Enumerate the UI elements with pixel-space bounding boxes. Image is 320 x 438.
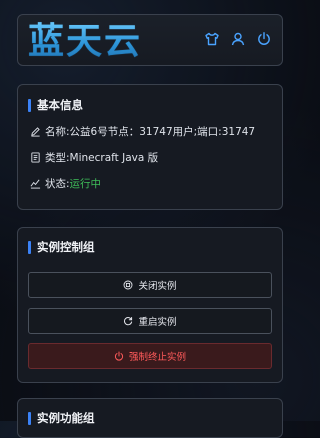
type-value: Minecraft Java 版 [69, 152, 159, 164]
close-instance-label: 关闭实例 [138, 281, 177, 292]
name-value: 公益6号节点：31747用户;端口:31747 [69, 126, 256, 138]
header-actions [204, 31, 272, 47]
type-row: 类型: Minecraft Java 版 [30, 150, 158, 165]
basic-info-title-text: 基本信息 [37, 98, 83, 112]
title-accent-bar [28, 411, 31, 425]
status-row: 状态: 运行中 [30, 176, 101, 191]
restart-icon [124, 317, 133, 326]
function-group-title: 实例功能组 [28, 410, 95, 426]
control-group-card: 实例控制组 关闭实例 重启实例 强制终止实例 [17, 227, 283, 383]
status-label: 状态: [45, 178, 70, 190]
control-group-title: 实例控制组 [28, 239, 95, 255]
document-icon [31, 152, 40, 163]
stop-circle-icon [124, 280, 133, 290]
restart-instance-label: 重启实例 [138, 317, 177, 328]
power-icon [114, 351, 124, 361]
restart-instance-button[interactable]: 重启实例 [28, 308, 272, 334]
name-row: 名称: 公益6号节点：31747用户;端口:31747 [30, 124, 255, 139]
type-label: 类型: [45, 152, 70, 164]
title-accent-bar [28, 240, 31, 254]
force-stop-instance-label: 强制终止实例 [128, 352, 186, 363]
shirt-icon[interactable] [204, 31, 220, 47]
close-instance-button[interactable]: 关闭实例 [28, 272, 272, 298]
user-icon[interactable] [230, 31, 246, 47]
function-group-card: 实例功能组 [17, 398, 283, 438]
name-label: 名称: [45, 126, 70, 138]
function-group-title-text: 实例功能组 [37, 411, 95, 425]
basic-info-card: 基本信息 名称: 公益6号节点：31747用户;端口:31747 类型: Min… [17, 84, 283, 210]
edit-icon [31, 127, 40, 137]
title-accent-bar [28, 98, 31, 112]
status-value: 运行中 [69, 178, 102, 190]
app-logo[interactable]: 蓝天云 [28, 19, 142, 65]
force-stop-instance-button[interactable]: 强制终止实例 [28, 343, 272, 369]
basic-info-title: 基本信息 [28, 97, 83, 113]
power-icon[interactable] [256, 31, 272, 47]
app-header: 蓝天云 [17, 14, 283, 66]
control-group-title-text: 实例控制组 [37, 240, 95, 254]
activity-icon [30, 179, 41, 189]
